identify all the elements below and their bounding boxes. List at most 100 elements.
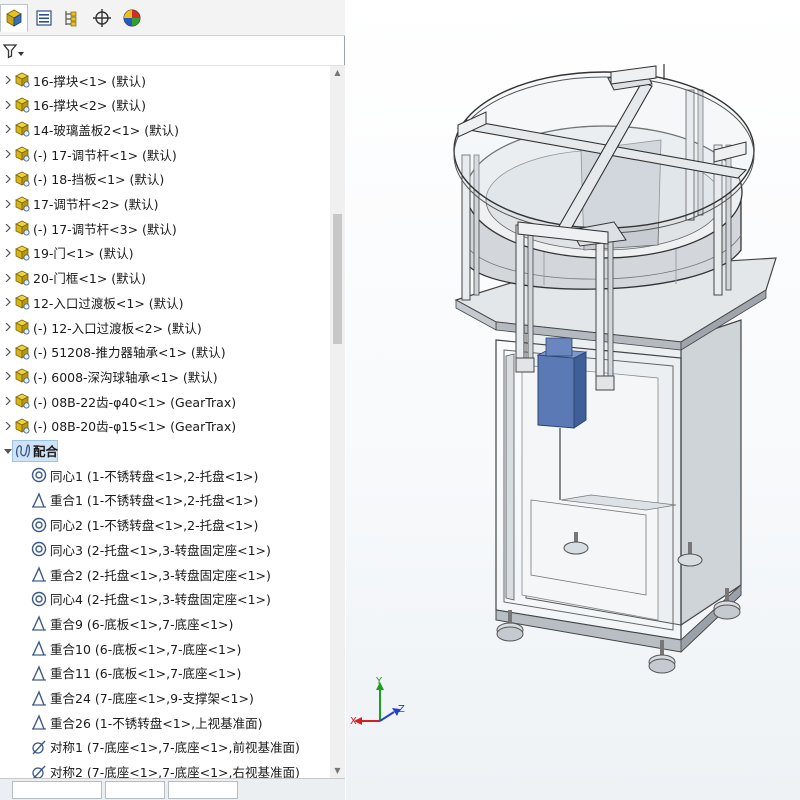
mate-row[interactable]: 重合24 (7-底座<1>,9-支撑架<1>) bbox=[0, 686, 330, 710]
component-icon bbox=[15, 294, 30, 310]
scroll-down-icon[interactable]: ▼ bbox=[333, 766, 342, 775]
concentric-mate-icon bbox=[31, 467, 47, 483]
tree-component-label: 17-调节杆<2> (默认) bbox=[33, 197, 159, 212]
mate-row[interactable]: 同心1 (1-不锈转盘<1>,2-托盘<1>) bbox=[0, 463, 330, 487]
mate-row[interactable]: 对称1 (7-底座<1>,7-底座<1>,前视基准面) bbox=[0, 735, 330, 759]
coincident-mate-icon bbox=[32, 492, 46, 508]
expand-arrow-icon[interactable] bbox=[3, 389, 13, 413]
tree-component-row[interactable]: (-) 12-入口过渡板<2> (默认) bbox=[0, 315, 330, 339]
component-icon bbox=[15, 393, 30, 409]
mate-row[interactable]: 同心4 (2-托盘<1>,3-转盘固定座<1>) bbox=[0, 587, 330, 611]
tree-component-row[interactable]: (-) 17-调节杆<3> (默认) bbox=[0, 216, 330, 240]
reference-triad: X Y Z bbox=[350, 676, 405, 727]
filter-bar bbox=[0, 36, 345, 66]
expand-arrow-icon[interactable] bbox=[3, 414, 13, 438]
study-tab[interactable] bbox=[168, 781, 238, 799]
coincident-mate-icon bbox=[32, 714, 46, 730]
feature-manager-panel: 16-撑块<1> (默认) 16-撑块<2> (默认) 14-玻璃盖板2<1> … bbox=[0, 0, 345, 800]
tree-component-row[interactable]: (-) 18-挡板<1> (默认) bbox=[0, 167, 330, 191]
expand-arrow-icon[interactable] bbox=[3, 315, 13, 339]
bottom-tabs bbox=[0, 778, 345, 800]
mate-label: 重合24 (7-底座<1>,9-支撑架<1>) bbox=[50, 691, 254, 706]
symmetric-mate-icon bbox=[32, 765, 46, 778]
mate-label: 重合26 (1-不锈转盘<1>,上视基准面) bbox=[50, 715, 263, 731]
component-icon bbox=[15, 146, 30, 162]
tree-component-row[interactable]: (-) 51208-推力器轴承<1> (默认) bbox=[0, 340, 330, 364]
mate-label: 同心1 (1-不锈转盘<1>,2-托盘<1>) bbox=[50, 468, 259, 484]
component-icon bbox=[15, 344, 30, 360]
motion-study-tab[interactable] bbox=[105, 781, 165, 799]
mate-row[interactable]: 重合1 (1-不锈转盘<1>,2-托盘<1>) bbox=[0, 488, 330, 512]
scrollbar-thumb[interactable] bbox=[333, 214, 342, 344]
tree-component-row[interactable]: (-) 6008-深沟球轴承<1> (默认) bbox=[0, 364, 330, 388]
mate-row[interactable]: 重合26 (1-不锈转盘<1>,上视基准面) bbox=[0, 710, 330, 734]
expand-arrow-icon[interactable] bbox=[3, 117, 13, 141]
tree-component-row[interactable]: 12-入口过渡板<1> (默认) bbox=[0, 290, 330, 314]
mate-row[interactable]: 同心3 (2-托盘<1>,3-转盘固定座<1>) bbox=[0, 537, 330, 561]
mate-row[interactable]: 重合10 (6-底板<1>,7-底座<1>) bbox=[0, 636, 330, 660]
scroll-up-icon[interactable]: ▲ bbox=[333, 68, 342, 77]
mate-row[interactable]: 对称2 (7-底座<1>,7-底座<1>,右视基准面) bbox=[0, 760, 330, 778]
expand-arrow-icon[interactable] bbox=[3, 167, 13, 191]
dimxpert-icon bbox=[93, 9, 111, 27]
concentric-mate-icon bbox=[31, 591, 47, 606]
tree-component-label: 19-门<1> (默认) bbox=[33, 246, 134, 262]
expand-arrow-icon[interactable] bbox=[3, 142, 13, 166]
manager-tabs bbox=[0, 0, 345, 36]
tree-component-row[interactable]: 17-调节杆<2> (默认) bbox=[0, 192, 330, 216]
expand-arrow-icon[interactable] bbox=[3, 192, 13, 216]
mates-folder[interactable]: 配合 bbox=[0, 439, 330, 463]
tree-component-row[interactable]: 19-门<1> (默认) bbox=[0, 241, 330, 265]
graphics-viewport[interactable]: X Y Z bbox=[346, 0, 800, 800]
filter-button[interactable] bbox=[2, 42, 24, 60]
door-panel bbox=[505, 353, 515, 601]
property-tab[interactable] bbox=[30, 4, 58, 32]
mate-label: 对称2 (7-底座<1>,7-底座<1>,右视基准面) bbox=[50, 765, 300, 778]
dimxpert-tab[interactable] bbox=[88, 4, 116, 32]
expand-arrow-icon[interactable] bbox=[3, 290, 13, 314]
coincident-mate-icon bbox=[32, 664, 46, 681]
mate-label: 重合9 (6-底板<1>,7-底座<1>) bbox=[50, 616, 234, 632]
x-axis-label: X bbox=[350, 716, 357, 727]
tree-scrollbar[interactable]: ▲ ▼ bbox=[330, 66, 345, 778]
tree-component-row[interactable]: (-) 08B-20齿-φ15<1> (GearTrax) bbox=[0, 414, 330, 438]
coincident-mate-icon bbox=[32, 689, 46, 706]
display-manager-icon bbox=[123, 9, 141, 27]
tree-component-row[interactable]: 16-撑块<2> (默认) bbox=[0, 93, 330, 117]
symmetric-mate-icon bbox=[32, 740, 46, 755]
mate-row[interactable]: 重合2 (2-托盘<1>,3-转盘固定座<1>) bbox=[0, 562, 330, 586]
tree-component-label: (-) 08B-22齿-φ40<1> (GearTrax) bbox=[33, 394, 237, 410]
tree-component-row[interactable]: (-) 08B-22齿-φ40<1> (GearTrax) bbox=[0, 389, 330, 413]
mate-row[interactable]: 同心2 (1-不锈转盘<1>,2-托盘<1>) bbox=[0, 513, 330, 537]
configuration-manager-icon bbox=[65, 11, 77, 27]
component-icon bbox=[15, 220, 30, 236]
expand-arrow-icon[interactable] bbox=[3, 241, 13, 265]
collapse-arrow-icon[interactable] bbox=[3, 439, 13, 463]
mate-label: 重合10 (6-底板<1>,7-底座<1>) bbox=[50, 641, 242, 657]
expand-arrow-icon[interactable] bbox=[3, 266, 13, 290]
expand-arrow-icon[interactable] bbox=[3, 364, 13, 388]
component-icon bbox=[15, 270, 30, 286]
tree-component-label: (-) 51208-推力器轴承<1> (默认) bbox=[33, 345, 226, 361]
tree-component-row[interactable]: 16-撑块<1> (默认) bbox=[0, 68, 330, 92]
model-tab[interactable] bbox=[12, 781, 102, 799]
expand-arrow-icon[interactable] bbox=[3, 216, 13, 240]
expand-arrow-icon[interactable] bbox=[3, 93, 13, 117]
component-icon bbox=[15, 196, 30, 211]
mate-label: 重合11 (6-底板<1>,7-底座<1>) bbox=[50, 666, 242, 682]
tree-component-row[interactable]: (-) 17-调节杆<1> (默认) bbox=[0, 142, 330, 166]
tree-component-label: (-) 18-挡板<1> (默认) bbox=[33, 172, 165, 188]
tree-component-row[interactable]: 20-门框<1> (默认) bbox=[0, 266, 330, 290]
component-icon bbox=[15, 418, 30, 434]
mate-row[interactable]: 重合11 (6-底板<1>,7-底座<1>) bbox=[0, 661, 330, 685]
feature-tree-tab[interactable] bbox=[0, 4, 28, 32]
tree-component-label: 12-入口过渡板<1> (默认) bbox=[33, 295, 184, 311]
mate-row[interactable]: 重合9 (6-底板<1>,7-底座<1>) bbox=[0, 611, 330, 635]
tree-component-label: 16-撑块<1> (默认) bbox=[33, 73, 147, 89]
tree-component-label: (-) 17-调节杆<3> (默认) bbox=[33, 221, 177, 237]
expand-arrow-icon[interactable] bbox=[3, 340, 13, 364]
display-tab[interactable] bbox=[118, 4, 146, 32]
configuration-tab[interactable] bbox=[58, 4, 86, 32]
tree-component-row[interactable]: 14-玻璃盖板2<1> (默认) bbox=[0, 117, 330, 141]
expand-arrow-icon[interactable] bbox=[3, 68, 13, 92]
